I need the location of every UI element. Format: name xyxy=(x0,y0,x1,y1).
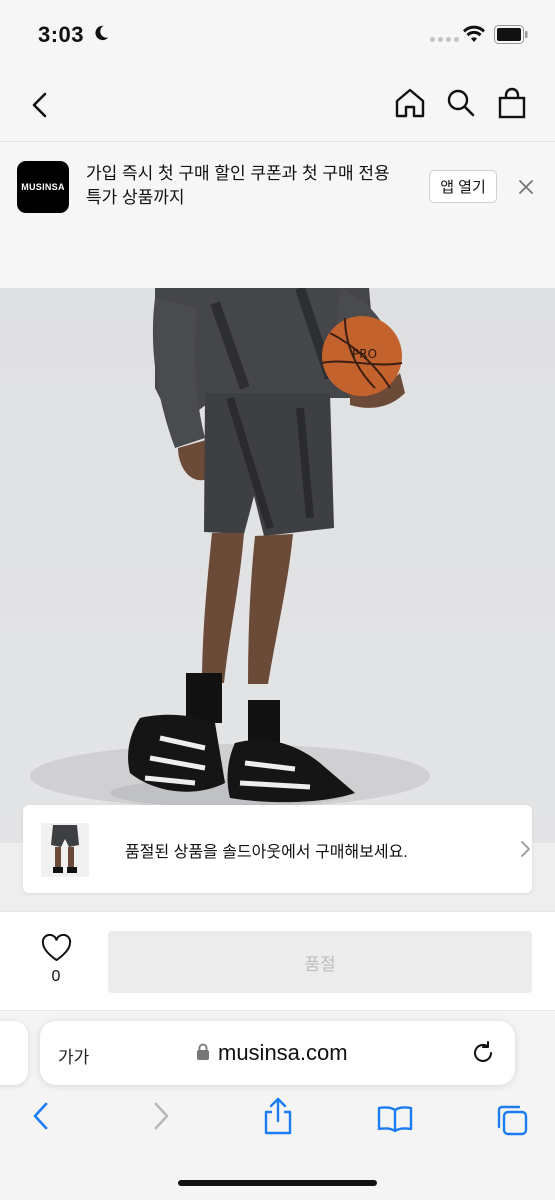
purchase-bar: 0 품절 xyxy=(0,911,555,1011)
url-text: musinsa.com xyxy=(218,1040,348,1065)
status-bar: 3:03 xyxy=(0,0,555,70)
text-size-button[interactable]: 가가 xyxy=(58,1043,89,1068)
like-count: 0 xyxy=(51,968,61,985)
soldout-button: 품절 xyxy=(108,931,532,993)
previous-tab-preview[interactable] xyxy=(0,1021,28,1085)
bookmarks-icon[interactable] xyxy=(377,1105,413,1133)
soldout-banner-text: 품절된 상품을 솔드아웃에서 구매해보세요. xyxy=(125,844,408,861)
musinsa-logo: MUSINSA xyxy=(17,161,69,213)
share-icon[interactable] xyxy=(262,1097,294,1135)
status-time: 3:03 xyxy=(38,22,85,47)
moon-icon xyxy=(95,25,109,41)
browser-forward-icon[interactable] xyxy=(151,1101,171,1131)
chevron-right-icon xyxy=(521,841,530,857)
promo-message: 가입 즉시 첫 구매 할인 쿠폰과 첫 구매 전용 특가 상품까지 xyxy=(86,164,390,207)
shopping-bag-icon[interactable] xyxy=(498,87,526,119)
search-icon[interactable] xyxy=(446,88,476,118)
wifi-icon xyxy=(463,25,485,42)
battery-icon xyxy=(494,25,528,44)
soldout-redirect-card[interactable]: 품절된 상품을 솔드아웃에서 구매해보세요. xyxy=(23,805,532,893)
browser-back-icon[interactable] xyxy=(31,1101,51,1131)
safari-toolbar: 가가 musinsa.com xyxy=(0,1011,555,1200)
heart-icon[interactable] xyxy=(41,934,72,962)
app-promo-banner: MUSINSA 가입 즉시 첫 구매 할인 쿠폰과 첫 구매 전용 특가 상품까… xyxy=(0,142,555,288)
home-icon[interactable] xyxy=(394,87,426,119)
tabs-icon[interactable] xyxy=(495,1103,529,1137)
top-navigation xyxy=(0,70,555,142)
lock-icon xyxy=(197,1043,209,1060)
back-chevron-icon[interactable] xyxy=(30,92,50,118)
home-indicator xyxy=(178,1180,377,1186)
address-bar[interactable]: 가가 musinsa.com xyxy=(40,1021,515,1085)
svg-text:PRO: PRO xyxy=(352,347,377,361)
open-app-button[interactable]: 앱 열기 xyxy=(429,170,497,203)
product-thumbnail xyxy=(41,823,89,877)
close-icon[interactable] xyxy=(517,178,535,196)
reload-icon[interactable] xyxy=(470,1040,496,1066)
cellular-signal-icon xyxy=(430,37,459,42)
